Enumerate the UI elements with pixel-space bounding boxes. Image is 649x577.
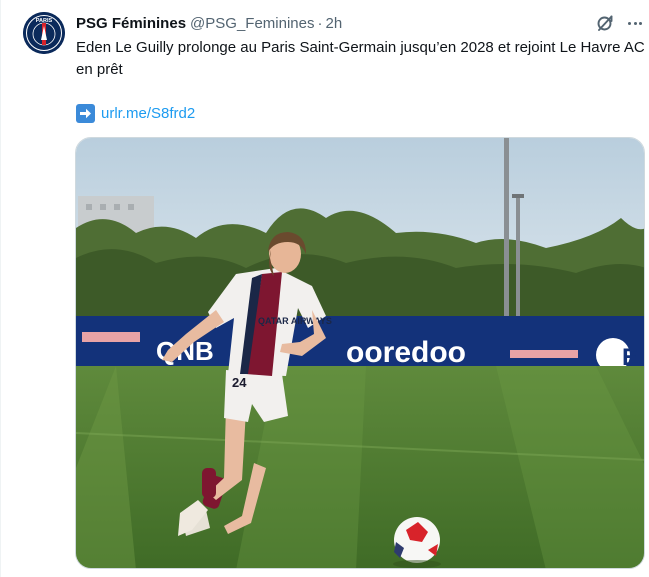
timestamp[interactable]: 2h — [326, 15, 343, 32]
grok-button[interactable] — [595, 13, 615, 33]
psg-crest-icon: PARIS — [23, 12, 65, 54]
crest-text: PARIS — [36, 18, 53, 24]
jersey-sponsor: QATAR AIRWAYS — [258, 316, 332, 326]
tweet-text: Eden Le Guilly prolonge au Paris Saint-G… — [76, 39, 649, 78]
tweet-link-row: urlr.me/S8frd2 — [76, 102, 195, 124]
tweet-link[interactable]: urlr.me/S8frd2 — [101, 105, 195, 122]
player-photo: QNB ooredoo EA 24 — [76, 138, 644, 568]
tweet-media-photo[interactable]: QNB ooredoo EA 24 — [75, 137, 645, 569]
separator-dot: · — [317, 14, 323, 32]
user-handle[interactable]: @PSG_Feminines — [190, 15, 314, 32]
grok-icon — [597, 15, 613, 31]
banner-sponsor-main: ooredoo — [346, 336, 466, 369]
more-button[interactable] — [625, 13, 645, 33]
tweet-card[interactable]: PARIS PSG Féminines @PSG_Feminines · 2h … — [0, 0, 649, 577]
tweet-header: PSG Féminines @PSG_Feminines · 2h — [76, 13, 342, 33]
shorts-number: 24 — [232, 375, 247, 390]
avatar[interactable]: PARIS — [23, 12, 65, 54]
display-name[interactable]: PSG Féminines — [76, 15, 186, 32]
more-icon — [627, 21, 631, 25]
right-arrow-emoji-icon — [76, 103, 95, 123]
